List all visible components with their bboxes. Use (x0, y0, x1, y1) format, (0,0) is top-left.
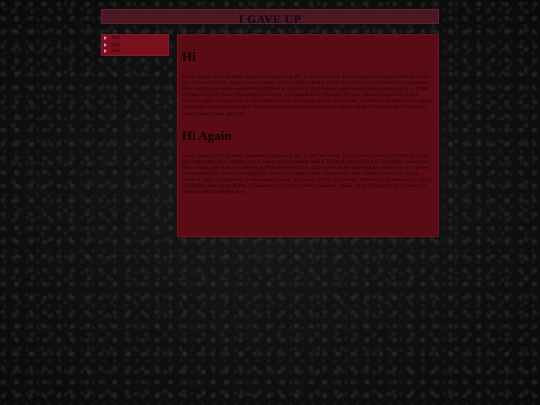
bullet-arrow-icon (104, 49, 107, 54)
section-body: Lorem ipsum dolor sit amet, consectetur … (182, 152, 433, 196)
nav-link[interactable]: link (112, 42, 121, 48)
nav-link[interactable]: link (112, 35, 121, 41)
site-header: I GAVE UP (101, 9, 439, 26)
nav-list: link link link (102, 35, 168, 55)
main-content: Hi Lorem ipsum dolor sit amet, consectet… (177, 34, 439, 237)
site-title: I GAVE UP (238, 12, 302, 26)
section-heading: Hi (182, 49, 196, 64)
section-body: Lorem ipsum dolor sit amet, consectetur … (182, 74, 433, 117)
nav-link[interactable]: link (112, 48, 121, 54)
section-heading: Hi Again (182, 127, 232, 143)
bullet-arrow-icon (104, 42, 107, 47)
bullet-arrow-icon (104, 36, 107, 41)
content-section: Hi Lorem ipsum dolor sit amet, consectet… (182, 49, 434, 117)
content-section: Hi Again Lorem ipsum dolor sit amet, con… (182, 128, 434, 196)
nav-item[interactable]: link (104, 48, 168, 55)
sidebar-nav: link link link (101, 34, 169, 56)
